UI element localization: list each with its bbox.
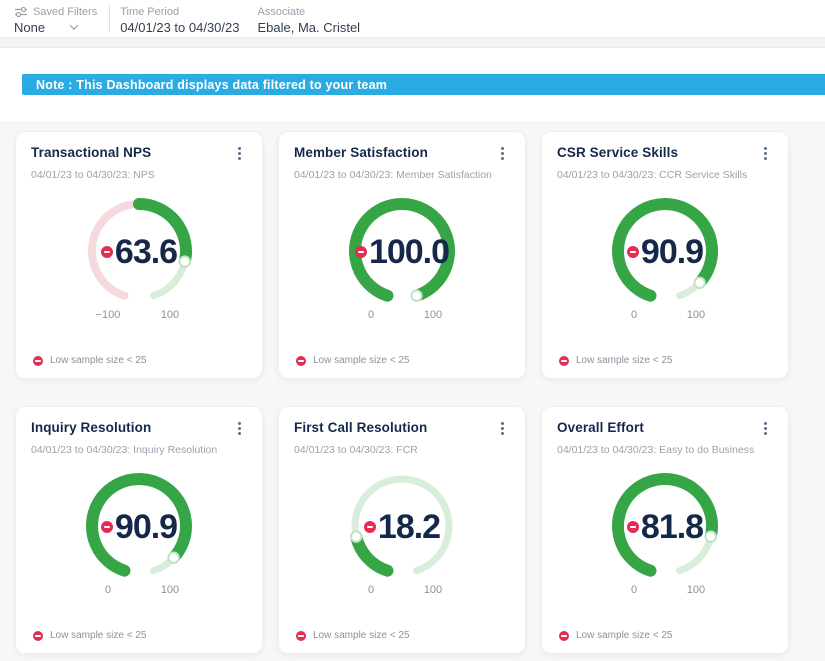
kebab-menu-icon[interactable]: [234, 420, 245, 437]
card-subtitle: 04/01/23 to 04/30/23: FCR: [294, 444, 418, 456]
card-subtitle: 04/01/23 to 04/30/23: CCR Service Skills: [557, 169, 748, 181]
kebab-menu-icon[interactable]: [497, 145, 508, 162]
gauge-value: 18.2: [377, 508, 441, 546]
gauge-min-label: 0: [368, 309, 374, 321]
low-sample-note: Low sample size < 25: [313, 355, 410, 366]
metric-card: Member Satisfaction 04/01/23 to 04/30/23…: [278, 131, 526, 379]
low-sample-warning-icon: [33, 630, 43, 641]
kebab-menu-icon[interactable]: [497, 420, 508, 437]
filters-icon: [15, 6, 27, 17]
gauge-max-label: 100: [687, 309, 705, 321]
card-subtitle: 04/01/23 to 04/30/23: NPS: [31, 169, 155, 181]
metric-card: Transactional NPS 04/01/23 to 04/30/23: …: [15, 131, 263, 379]
banner-text: Note : This Dashboard displays data filt…: [36, 77, 388, 92]
low-sample-warning-icon: [296, 355, 306, 366]
associate-group: Associate Ebale, Ma. Cristel: [257, 3, 360, 37]
chevron-down-icon: [69, 21, 79, 30]
gauge-max-label: 100: [424, 584, 442, 596]
gauge-max-label: 100: [161, 584, 179, 596]
dashboard-content: Transactional NPS 04/01/23 to 04/30/23: …: [0, 121, 825, 661]
low-sample-warning-icon: [354, 246, 367, 258]
saved-filters-label: Saved Filters: [33, 5, 98, 18]
low-sample-warning-icon: [33, 355, 43, 366]
gauge-min-label: 0: [631, 309, 637, 321]
gauge-value: 100.0: [368, 233, 450, 271]
low-sample-warning-icon: [363, 521, 376, 533]
gray-strip: [0, 38, 825, 48]
low-sample-warning-icon: [559, 355, 569, 366]
card-title: Overall Effort: [557, 420, 644, 435]
card-title: Member Satisfaction: [294, 145, 428, 160]
divider: [109, 5, 111, 33]
metric-card: Inquiry Resolution 04/01/23 to 04/30/23:…: [15, 406, 263, 654]
gauge-min-label: 0: [631, 584, 637, 596]
gauge-chart: 0 100 90.9: [31, 460, 247, 610]
gauge-min-label: 0: [368, 584, 374, 596]
metric-card: CSR Service Skills 04/01/23 to 04/30/23:…: [541, 131, 789, 379]
low-sample-note: Low sample size < 25: [50, 355, 147, 366]
associate-label: Associate: [257, 5, 306, 18]
low-sample-note: Low sample size < 25: [576, 630, 673, 641]
associate-value: Ebale, Ma. Cristel: [257, 19, 361, 35]
gauge-chart: 0 100 90.9: [557, 185, 773, 335]
saved-filters-value: None: [14, 19, 46, 35]
gauge-max-label: 100: [687, 584, 705, 596]
saved-filters-group: Saved Filters None: [14, 3, 97, 37]
gauge-value: 63.6: [114, 233, 178, 271]
gauge-max-label: 100: [161, 309, 179, 321]
top-filter-bar: Saved Filters None Time Period 04/01/23 …: [0, 0, 825, 38]
low-sample-warning-icon: [100, 521, 113, 533]
gauge-value: 90.9: [114, 508, 178, 546]
time-period-value: 04/01/23 to 04/30/23: [120, 19, 240, 35]
gauge-value: 90.9: [640, 233, 704, 271]
low-sample-warning-icon: [626, 246, 639, 258]
gauge-chart: 0 100 81.8: [557, 460, 773, 610]
kebab-menu-icon[interactable]: [234, 145, 245, 162]
gauge-min-label: −100: [96, 309, 121, 321]
kebab-menu-icon[interactable]: [760, 420, 771, 437]
gauge-chart: 0 100 100.0: [294, 185, 510, 335]
saved-filters-dropdown[interactable]: None: [14, 20, 97, 35]
card-title: Transactional NPS: [31, 145, 152, 160]
card-subtitle: 04/01/23 to 04/30/23: Inquiry Resolution: [31, 444, 218, 456]
time-period-label: Time Period: [120, 5, 180, 18]
low-sample-warning-icon: [626, 521, 639, 533]
card-title: Inquiry Resolution: [31, 420, 152, 435]
gauge-chart: −100 100 63.6: [31, 185, 247, 335]
time-period-group: Time Period 04/01/23 to 04/30/23: [120, 3, 239, 37]
low-sample-warning-icon: [100, 246, 113, 258]
low-sample-warning-icon: [559, 630, 569, 641]
kebab-menu-icon[interactable]: [760, 145, 771, 162]
metric-card: Overall Effort 04/01/23 to 04/30/23: Eas…: [541, 406, 789, 654]
team-filter-note-banner: Note : This Dashboard displays data filt…: [22, 74, 825, 95]
gauge-min-label: 0: [105, 584, 111, 596]
low-sample-note: Low sample size < 25: [50, 630, 147, 641]
card-subtitle: 04/01/23 to 04/30/23: Member Satisfactio…: [294, 169, 492, 181]
card-subtitle: 04/01/23 to 04/30/23: Easy to do Busines…: [557, 444, 755, 456]
low-sample-note: Low sample size < 25: [576, 355, 673, 366]
card-title: First Call Resolution: [294, 420, 428, 435]
cards-grid: Transactional NPS 04/01/23 to 04/30/23: …: [15, 131, 825, 654]
card-title: CSR Service Skills: [557, 145, 679, 160]
gauge-chart: 0 100 18.2: [294, 460, 510, 610]
low-sample-note: Low sample size < 25: [313, 630, 410, 641]
gauge-value: 81.8: [640, 508, 704, 546]
low-sample-warning-icon: [296, 630, 306, 641]
metric-card: First Call Resolution 04/01/23 to 04/30/…: [278, 406, 526, 654]
banner-zone: Note : This Dashboard displays data filt…: [0, 48, 825, 121]
gauge-max-label: 100: [424, 309, 442, 321]
